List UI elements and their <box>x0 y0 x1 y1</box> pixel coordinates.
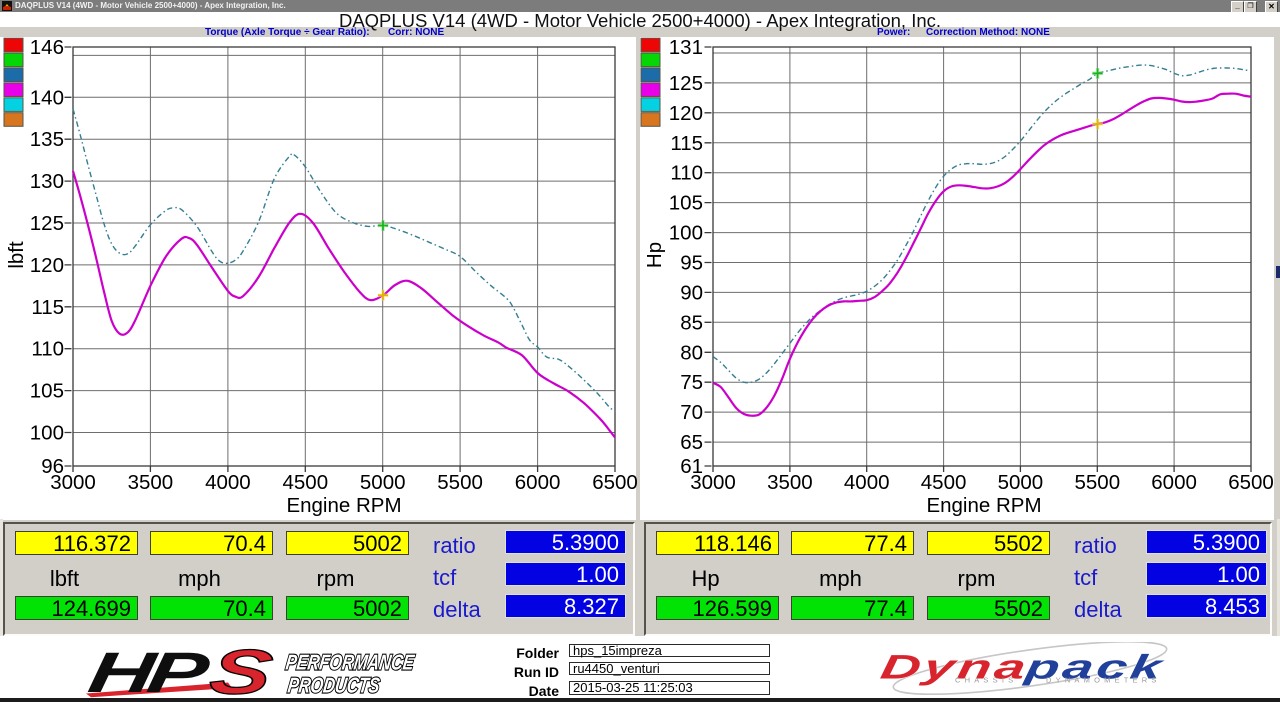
svg-text:5000: 5000 <box>360 471 406 494</box>
svg-text:3500: 3500 <box>128 471 174 494</box>
svg-text:120: 120 <box>669 102 703 125</box>
svg-text:125: 125 <box>30 212 64 235</box>
svg-text:4000: 4000 <box>844 471 890 494</box>
svg-text:146: 146 <box>30 36 64 59</box>
svg-text:Engine RPM: Engine RPM <box>286 494 401 517</box>
svg-text:135: 135 <box>30 128 64 151</box>
svg-text:5500: 5500 <box>437 471 483 494</box>
svg-text:HP: HP <box>84 642 214 702</box>
svg-text:120: 120 <box>30 254 64 277</box>
svg-text:3000: 3000 <box>690 471 736 494</box>
svg-text:Hp: Hp <box>643 242 666 268</box>
svg-text:lbft: lbft <box>5 241 28 269</box>
svg-text:70: 70 <box>680 401 703 424</box>
svg-text:6000: 6000 <box>515 471 561 494</box>
svg-text:PERFORMANCE: PERFORMANCE <box>284 652 416 676</box>
svg-text:80: 80 <box>680 341 703 364</box>
svg-text:6500: 6500 <box>592 471 638 494</box>
svg-text:115: 115 <box>31 296 64 319</box>
svg-text:Engine RPM: Engine RPM <box>926 494 1041 517</box>
svg-text:4500: 4500 <box>282 471 328 494</box>
svg-text:4000: 4000 <box>205 471 251 494</box>
svg-text:75: 75 <box>680 371 703 394</box>
svg-text:140: 140 <box>30 86 64 109</box>
svg-text:5500: 5500 <box>1074 471 1120 494</box>
svg-text:S: S <box>205 640 277 702</box>
svg-text:110: 110 <box>670 162 703 185</box>
svg-text:130: 130 <box>30 170 64 193</box>
svg-text:95: 95 <box>680 252 703 275</box>
svg-text:105: 105 <box>30 380 64 403</box>
svg-text:131: 131 <box>669 36 703 59</box>
svg-text:3500: 3500 <box>767 471 813 494</box>
svg-text:6000: 6000 <box>1151 471 1197 494</box>
svg-text:90: 90 <box>680 281 703 304</box>
svg-text:3000: 3000 <box>50 471 96 494</box>
svg-text:4500: 4500 <box>921 471 967 494</box>
svg-text:6500: 6500 <box>1228 471 1274 494</box>
svg-text:DYNAMOMETERS: DYNAMOMETERS <box>1046 676 1161 685</box>
svg-text:100: 100 <box>30 422 64 445</box>
svg-text:100: 100 <box>669 222 703 245</box>
svg-text:110: 110 <box>31 338 64 361</box>
svg-text:5000: 5000 <box>998 471 1044 494</box>
svg-text:CHASSIS: CHASSIS <box>955 676 1017 685</box>
svg-text:115: 115 <box>670 132 703 155</box>
svg-text:125: 125 <box>669 72 703 95</box>
svg-text:65: 65 <box>680 431 703 454</box>
svg-text:85: 85 <box>680 311 703 334</box>
svg-text:PRODUCTS: PRODUCTS <box>286 675 381 699</box>
svg-text:105: 105 <box>669 192 703 215</box>
